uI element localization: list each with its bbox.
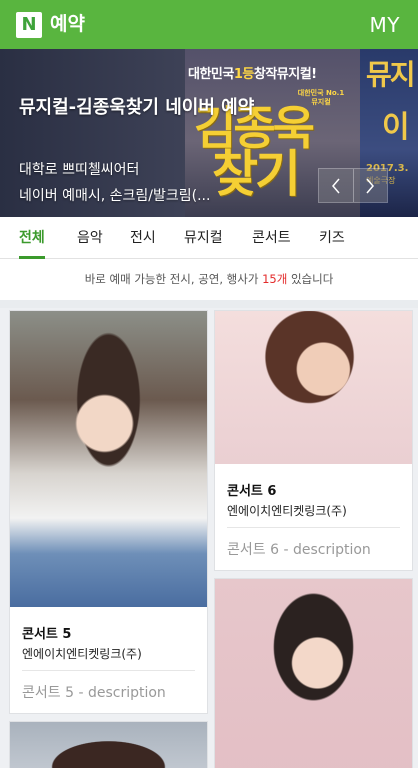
event-card[interactable] (214, 578, 413, 768)
event-card-title: 콘서트 6 (227, 484, 277, 499)
chevron-right-icon (366, 178, 375, 193)
tab-musical[interactable]: 뮤지컬 (184, 217, 223, 259)
event-card-separator (227, 527, 400, 528)
banner-next-poster-title2: 이 (382, 110, 410, 145)
banner-booking-info: 네이버 예매시, 손크림/발크림(... (19, 188, 211, 204)
featured-banner[interactable]: 대한민국1등창작뮤지컬! 대한민국 No.1 뮤지컬 김종욱 찾기 뮤지 이 2… (0, 49, 418, 217)
tab-kids[interactable]: 키즈 (319, 217, 345, 259)
naver-logo-letter: N (21, 14, 37, 35)
tab-music[interactable]: 음악 (77, 217, 103, 259)
banner-title[interactable]: 뮤지컬-김종욱찾기 네이버 예약 (19, 96, 259, 120)
top-header: N 예약 MY (0, 0, 418, 49)
banner-venue: 대학로 쁘띠첼씨어터 (19, 162, 140, 178)
tab-exhibition[interactable]: 전시 (130, 217, 156, 259)
event-card[interactable]: 콘서트 5 엔에이치엔티켓링크(주) 콘서트 5 - description (9, 310, 208, 714)
available-count-notice: 바로 예매 가능한 전시, 공연, 행사가 15개 있습니다 (0, 259, 418, 300)
event-card-organizer: 엔에이치엔티켓링크(주) (22, 647, 142, 661)
available-count: 15개 (262, 272, 288, 286)
event-card-organizer: 엔에이치엔티켓링크(주) (227, 504, 347, 518)
my-menu-button[interactable]: MY (370, 13, 400, 37)
chevron-left-icon (331, 178, 340, 193)
banner-next-button[interactable] (352, 169, 387, 202)
tab-concert[interactable]: 콘서트 (252, 217, 291, 259)
event-card-description: 콘서트 5 - description (22, 685, 166, 701)
banner-prev-button[interactable] (319, 169, 353, 202)
event-card[interactable] (9, 721, 208, 768)
event-card-title: 콘서트 5 (22, 627, 72, 642)
event-card-image (10, 722, 207, 768)
event-card-image (215, 311, 412, 464)
section-divider (0, 300, 418, 308)
page-title: 예약 (50, 13, 85, 35)
category-tabs: 전체 음악 전시 뮤지컬 콘서트 키즈 (0, 217, 418, 259)
banner-poster-tagline: 대한민국1등창작뮤지컬! (188, 67, 317, 82)
tab-all[interactable]: 전체 (19, 217, 45, 259)
banner-pager (318, 168, 388, 203)
event-card-separator (22, 670, 195, 671)
event-card-image (10, 311, 207, 607)
event-card[interactable]: 콘서트 6 엔에이치엔티켓링크(주) 콘서트 6 - description (214, 310, 413, 571)
event-card-description: 콘서트 6 - description (227, 542, 371, 558)
banner-next-poster-title1: 뮤지 (366, 58, 416, 91)
event-card-image (215, 579, 412, 768)
naver-logo[interactable]: N (16, 12, 42, 38)
